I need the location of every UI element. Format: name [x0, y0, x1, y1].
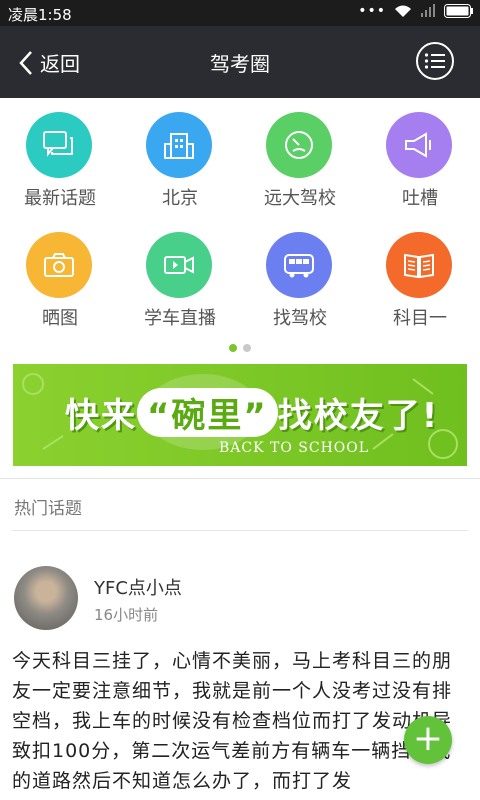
category-icon-circle: [26, 112, 92, 178]
category-latest-topics[interactable]: 最新话题: [0, 98, 120, 216]
section-title: 热门话题: [14, 499, 82, 519]
megaphone-icon: [405, 132, 431, 158]
category-subject-one[interactable]: 科目一: [360, 218, 480, 336]
category-label: 学车直播: [144, 308, 216, 329]
add-post-button[interactable]: +: [404, 716, 452, 764]
category-label: 最新话题: [24, 188, 96, 209]
banner-headline: 快来 “碗里” 找校友了!: [65, 388, 439, 437]
more-dots-icon: •••: [358, 3, 386, 19]
category-label: 吐槽: [402, 188, 438, 209]
nav-bar: 返回 驾考圈: [0, 26, 480, 98]
category-grid: 最新话题 北京 远大驾校 吐槽 晒图 学车直播 找驾校 科目一: [0, 98, 480, 338]
post-username[interactable]: YFC点小点: [94, 574, 182, 600]
building-icon: [164, 133, 194, 159]
category-photos[interactable]: 晒图: [0, 218, 120, 336]
list-icon: [424, 53, 445, 69]
category-label: 晒图: [42, 308, 78, 329]
bus-icon: [284, 254, 314, 278]
category-complain[interactable]: 吐槽: [360, 98, 480, 216]
page-indicator: [0, 344, 480, 352]
chat-bubbles-icon: [43, 131, 73, 157]
promo-banner[interactable]: 快来 “碗里” 找校友了! BACK TO SCHOOL: [13, 364, 467, 466]
category-icon-circle: [146, 232, 212, 298]
avatar[interactable]: [14, 566, 78, 630]
page-dot[interactable]: [243, 344, 251, 352]
category-beijing[interactable]: 北京: [120, 98, 240, 216]
status-bar: 凌晨1:58 •••: [0, 0, 480, 26]
status-time: 凌晨1:58: [8, 6, 72, 24]
divider: [0, 478, 480, 479]
category-icon-circle: [146, 112, 212, 178]
category-driving-school[interactable]: 远大驾校: [240, 98, 360, 216]
post-time: 16小时前: [94, 606, 159, 624]
category-label: 北京: [162, 188, 198, 209]
category-icon-circle: [26, 232, 92, 298]
camera-icon: [44, 253, 74, 277]
category-label: 科目一: [393, 308, 447, 329]
category-find-school[interactable]: 找驾校: [240, 218, 360, 336]
page-title: 驾考圈: [210, 52, 270, 76]
status-icons: •••: [358, 3, 474, 19]
book-icon: [404, 253, 434, 279]
category-icon-circle: [386, 232, 452, 298]
battery-icon: [444, 4, 473, 18]
banner-subtitle: BACK TO SCHOOL: [219, 440, 370, 456]
category-live[interactable]: 学车直播: [120, 218, 240, 336]
category-icon-circle: [386, 112, 452, 178]
speedometer-icon: [285, 131, 313, 159]
signal-icon: [421, 4, 435, 17]
video-camera-icon: [164, 256, 194, 274]
category-icon-circle: [266, 232, 332, 298]
category-label: 远大驾校: [264, 188, 336, 209]
menu-button[interactable]: [416, 42, 454, 80]
category-icon-circle: [266, 112, 332, 178]
banner-text-highlight: “碗里”: [137, 388, 278, 437]
category-label: 找驾校: [273, 308, 327, 329]
banner-text-pre: 快来: [65, 396, 137, 436]
banner-text-post: 找校友了!: [277, 396, 440, 436]
wifi-icon: [395, 5, 411, 17]
divider: [12, 530, 468, 531]
post-content[interactable]: 今天科目三挂了，心情不美丽，马上考科目三的朋友一定要注意细节，我就是前一个人没考…: [12, 646, 468, 796]
page-dot-active[interactable]: [229, 344, 237, 352]
